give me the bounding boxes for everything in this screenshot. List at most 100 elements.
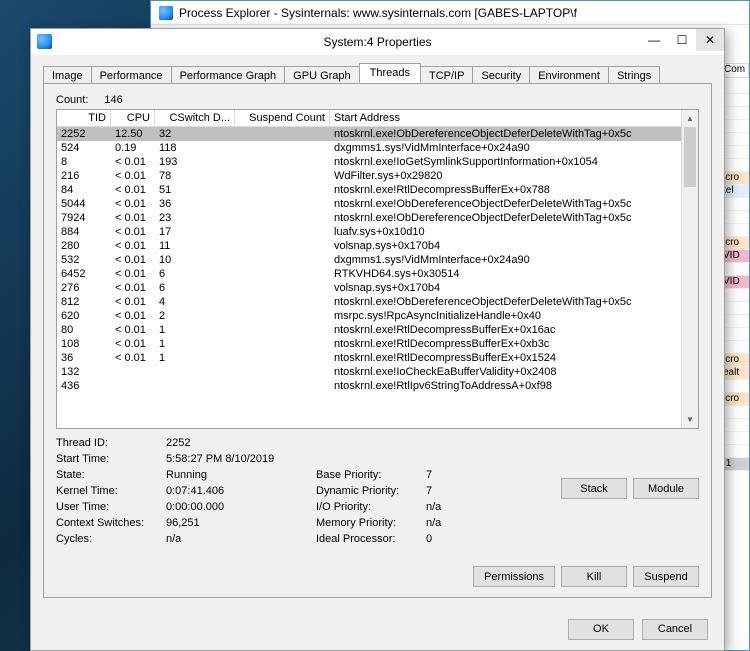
- col-header-cpu[interactable]: CPU: [111, 110, 155, 126]
- thread-row[interactable]: 132ntoskrnl.exe!IoCheckEaBufferValidity+…: [57, 365, 698, 379]
- thread-row[interactable]: 5240.19118dxgmms1.sys!VidMmInterface+0x2…: [57, 141, 698, 155]
- cell-start-address: luafv.sys+0x10d10: [330, 226, 698, 238]
- thread-row[interactable]: 7924< 0.0123ntoskrnl.exe!ObDereferenceOb…: [57, 211, 698, 225]
- thread-row[interactable]: 280< 0.0111volsnap.sys+0x170b4: [57, 239, 698, 253]
- cell-start-address: WdFilter.sys+0x29820: [330, 170, 698, 182]
- parent-row-peek: [721, 120, 749, 133]
- parent-row-peek: [721, 211, 749, 224]
- kill-button[interactable]: Kill: [561, 566, 627, 587]
- cell-start-address: ntoskrnl.exe!IoGetSymlinkSupportInformat…: [330, 156, 698, 168]
- list-header[interactable]: TID CPU CSwitch D... Suspend Count Start…: [57, 110, 698, 127]
- cell-cswitch: 78: [155, 170, 235, 182]
- thread-row[interactable]: 276< 0.016volsnap.sys+0x170b4: [57, 281, 698, 295]
- thread-row[interactable]: 884< 0.0117luafv.sys+0x10d10: [57, 225, 698, 239]
- lbl-kernel-time: Kernel Time:: [56, 485, 166, 497]
- thread-row[interactable]: 532< 0.0110dxgmms1.sys!VidMmInterface+0x…: [57, 253, 698, 267]
- scroll-track[interactable]: [682, 127, 698, 411]
- suspend-button[interactable]: Suspend: [633, 566, 699, 587]
- minimize-button[interactable]: —: [640, 29, 668, 51]
- thread-row[interactable]: 812< 0.014ntoskrnl.exe!ObDereferenceObje…: [57, 295, 698, 309]
- thread-row[interactable]: 5044< 0.0136ntoskrnl.exe!ObDereferenceOb…: [57, 197, 698, 211]
- col-header-tid[interactable]: TID: [57, 110, 111, 126]
- parent-col-peek: icrotelicroVIDVIDicroealticro.1: [721, 81, 749, 471]
- cell-tid: 6452: [57, 268, 111, 280]
- cell-tid: 216: [57, 170, 111, 182]
- cell-cpu: < 0.01: [111, 156, 155, 168]
- thread-row[interactable]: 84< 0.0151ntoskrnl.exe!RtlDecompressBuff…: [57, 183, 698, 197]
- cell-start-address: ntoskrnl.exe!RtlDecompressBufferEx+0x152…: [330, 352, 698, 364]
- parent-row-peek: ealt: [721, 367, 749, 380]
- cell-cswitch: 6: [155, 268, 235, 280]
- thread-count-row: Count: 146: [56, 94, 699, 106]
- cell-start-address: volsnap.sys+0x170b4: [330, 240, 698, 252]
- thread-list[interactable]: TID CPU CSwitch D... Suspend Count Start…: [56, 109, 699, 429]
- lbl-dynamic-priority: Dynamic Priority:: [316, 485, 426, 497]
- thread-row[interactable]: 80< 0.011ntoskrnl.exe!RtlDecompressBuffe…: [57, 323, 698, 337]
- cell-cswitch: 1: [155, 352, 235, 364]
- cell-cswitch: 1: [155, 338, 235, 350]
- permissions-button[interactable]: Permissions: [473, 566, 555, 587]
- parent-col-header[interactable]: Com: [721, 63, 749, 78]
- col-header-suspend[interactable]: Suspend Count: [235, 110, 330, 126]
- thread-row[interactable]: 108< 0.011ntoskrnl.exe!RtlDecompressBuff…: [57, 337, 698, 351]
- dialog-icon: [37, 34, 52, 49]
- cell-start-address: ntoskrnl.exe!RtlDecompressBufferEx+0x788: [330, 184, 698, 196]
- list-scrollbar[interactable]: ▲ ▼: [681, 110, 698, 428]
- col-header-start-address[interactable]: Start Address: [330, 110, 698, 126]
- cell-cpu: < 0.01: [111, 184, 155, 196]
- scroll-thumb[interactable]: [684, 127, 696, 187]
- dialog-titlebar[interactable]: System:4 Properties — ☐ ✕: [31, 29, 724, 55]
- thread-row[interactable]: 436ntoskrnl.exe!RtlIpv6StringToAddressA+…: [57, 379, 698, 393]
- cancel-button[interactable]: Cancel: [642, 619, 708, 640]
- parent-row-peek: [721, 107, 749, 120]
- cell-cpu: < 0.01: [111, 268, 155, 280]
- lbl-start-time: Start Time:: [56, 453, 166, 465]
- parent-row-peek: VID: [721, 276, 749, 289]
- cell-tid: 812: [57, 296, 111, 308]
- list-body[interactable]: 225212.5032ntoskrnl.exe!ObDereferenceObj…: [57, 127, 698, 428]
- maximize-button[interactable]: ☐: [668, 29, 696, 51]
- tab-strings[interactable]: Strings: [608, 66, 660, 84]
- cell-start-address: ntoskrnl.exe!ObDereferenceObjectDeferDel…: [330, 128, 698, 140]
- module-button[interactable]: Module: [633, 478, 699, 499]
- cell-cpu: < 0.01: [111, 212, 155, 224]
- parent-row-peek: [721, 445, 749, 458]
- thread-row[interactable]: 8< 0.01193ntoskrnl.exe!IoGetSymlinkSuppo…: [57, 155, 698, 169]
- parent-row-peek: icro: [721, 237, 749, 250]
- scroll-up-icon[interactable]: ▲: [682, 110, 698, 127]
- cell-tid: 7924: [57, 212, 111, 224]
- tab-threads[interactable]: Threads: [359, 63, 421, 83]
- lbl-context-switches: Context Switches:: [56, 517, 166, 529]
- val-state: Running: [166, 469, 316, 481]
- cell-start-address: msrpc.sys!RpcAsyncInitializeHandle+0x40: [330, 310, 698, 322]
- stack-button[interactable]: Stack: [561, 478, 627, 499]
- thread-row[interactable]: 216< 0.0178WdFilter.sys+0x29820: [57, 169, 698, 183]
- tab-performance-graph[interactable]: Performance Graph: [171, 66, 286, 84]
- dialog-body: ImagePerformancePerformance GraphGPU Gra…: [31, 55, 724, 608]
- thread-row[interactable]: 6452< 0.016 RTKVHD64.sys+0x30514: [57, 267, 698, 281]
- tab-tcp/ip[interactable]: TCP/IP: [420, 66, 473, 84]
- col-header-cswitch[interactable]: CSwitch D...: [155, 110, 235, 126]
- cell-start-address: ntoskrnl.exe!RtlDecompressBufferEx+0xb3c: [330, 338, 698, 350]
- thread-row[interactable]: 36< 0.011ntoskrnl.exe!RtlDecompressBuffe…: [57, 351, 698, 365]
- thread-row[interactable]: 225212.5032ntoskrnl.exe!ObDereferenceObj…: [57, 127, 698, 141]
- close-button[interactable]: ✕: [696, 29, 724, 51]
- tab-image[interactable]: Image: [43, 66, 92, 84]
- cell-cpu: < 0.01: [111, 282, 155, 294]
- tab-gpu-graph[interactable]: GPU Graph: [284, 66, 359, 84]
- cell-start-address: RTKVHD64.sys+0x30514: [330, 268, 698, 280]
- val-kernel-time: 0:07:41.406: [166, 485, 316, 497]
- tab-environment[interactable]: Environment: [529, 66, 609, 84]
- cell-cswitch: 6: [155, 282, 235, 294]
- parent-row-peek: icro: [721, 354, 749, 367]
- window-controls: — ☐ ✕: [640, 29, 724, 51]
- thread-row[interactable]: 620< 0.012msrpc.sys!RpcAsyncInitializeHa…: [57, 309, 698, 323]
- tab-performance[interactable]: Performance: [91, 66, 172, 84]
- cell-tid: 884: [57, 226, 111, 238]
- parent-row-peek: .1: [721, 458, 749, 471]
- parent-row-peek: [721, 315, 749, 328]
- scroll-down-icon[interactable]: ▼: [682, 411, 698, 428]
- tab-security[interactable]: Security: [472, 66, 530, 84]
- lbl-state: State:: [56, 469, 166, 481]
- ok-button[interactable]: OK: [568, 619, 634, 640]
